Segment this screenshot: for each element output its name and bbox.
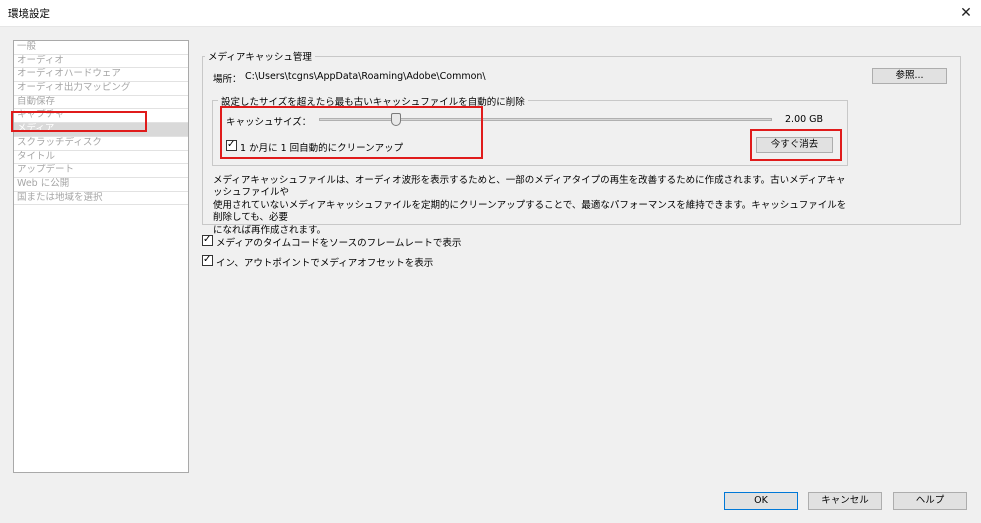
sidebar-item-audio-output-mapping[interactable]: オーディオ出力マッピング — [14, 82, 188, 96]
media-cache-group-title: メディアキャッシュ管理 — [205, 49, 315, 63]
browse-button[interactable]: 参照... — [872, 68, 947, 84]
description-line-1: メディアキャッシュファイルは、オーディオ波形を表示するためと、一部のメディアタイ… — [213, 175, 846, 199]
location-label: 場所： — [213, 74, 242, 85]
highlight-delete-now — [750, 129, 842, 161]
show-timecode-checkbox[interactable]: ✓ — [202, 234, 213, 246]
sidebar-item-publish-web[interactable]: Web に公開 — [14, 178, 188, 192]
highlight-media-item — [11, 111, 147, 132]
help-button[interactable]: ヘルプ — [893, 492, 967, 510]
cache-size-value: 2.00 GB — [785, 114, 824, 125]
ok-button[interactable]: OK — [724, 492, 798, 510]
description-line-2: 使用されていないメディアキャッシュファイルを定期的にクリーンアップすることで、最… — [213, 199, 847, 224]
close-icon[interactable]: ✕ — [951, 0, 981, 26]
cancel-button[interactable]: キャンセル — [808, 492, 882, 510]
sidebar-item-autosave[interactable]: 自動保存 — [14, 96, 188, 110]
highlight-cache-settings — [220, 106, 483, 159]
sidebar-item-scratch-disks[interactable]: スクラッチディスク — [14, 137, 188, 151]
location-path: C:\Users\tcgns\AppData\Roaming\Adobe\Com… — [245, 71, 486, 82]
sidebar-item-audio-hardware[interactable]: オーディオハードウェア — [14, 68, 188, 83]
window-title: 環境設定 — [8, 8, 50, 20]
checkmark-icon: ✓ — [203, 234, 212, 245]
sidebar-item-region[interactable]: 国または地域を選択 — [14, 192, 188, 206]
show-timecode-label: メディアのタイムコードをソースのフレームレートで表示 — [216, 238, 462, 249]
sidebar-item-updates[interactable]: アップデート — [14, 164, 188, 178]
sidebar-item-general[interactable]: 一般 — [14, 41, 188, 55]
show-offset-checkbox[interactable]: ✓ — [202, 254, 213, 266]
show-offset-label: イン、アウトポイントでメディアオフセットを表示 — [216, 258, 434, 269]
title-bar: 環境設定 ✕ — [0, 0, 981, 27]
sidebar-item-audio[interactable]: オーディオ — [14, 55, 188, 69]
sidebar-item-titles[interactable]: タイトル — [14, 151, 188, 165]
preferences-sidebar: 一般 オーディオ オーディオハードウェア オーディオ出力マッピング 自動保存 キ… — [13, 40, 189, 473]
checkmark-icon: ✓ — [203, 254, 212, 265]
cache-description: メディアキャッシュファイルは、オーディオ波形を表示するためと、一部のメディアタイ… — [213, 175, 853, 237]
